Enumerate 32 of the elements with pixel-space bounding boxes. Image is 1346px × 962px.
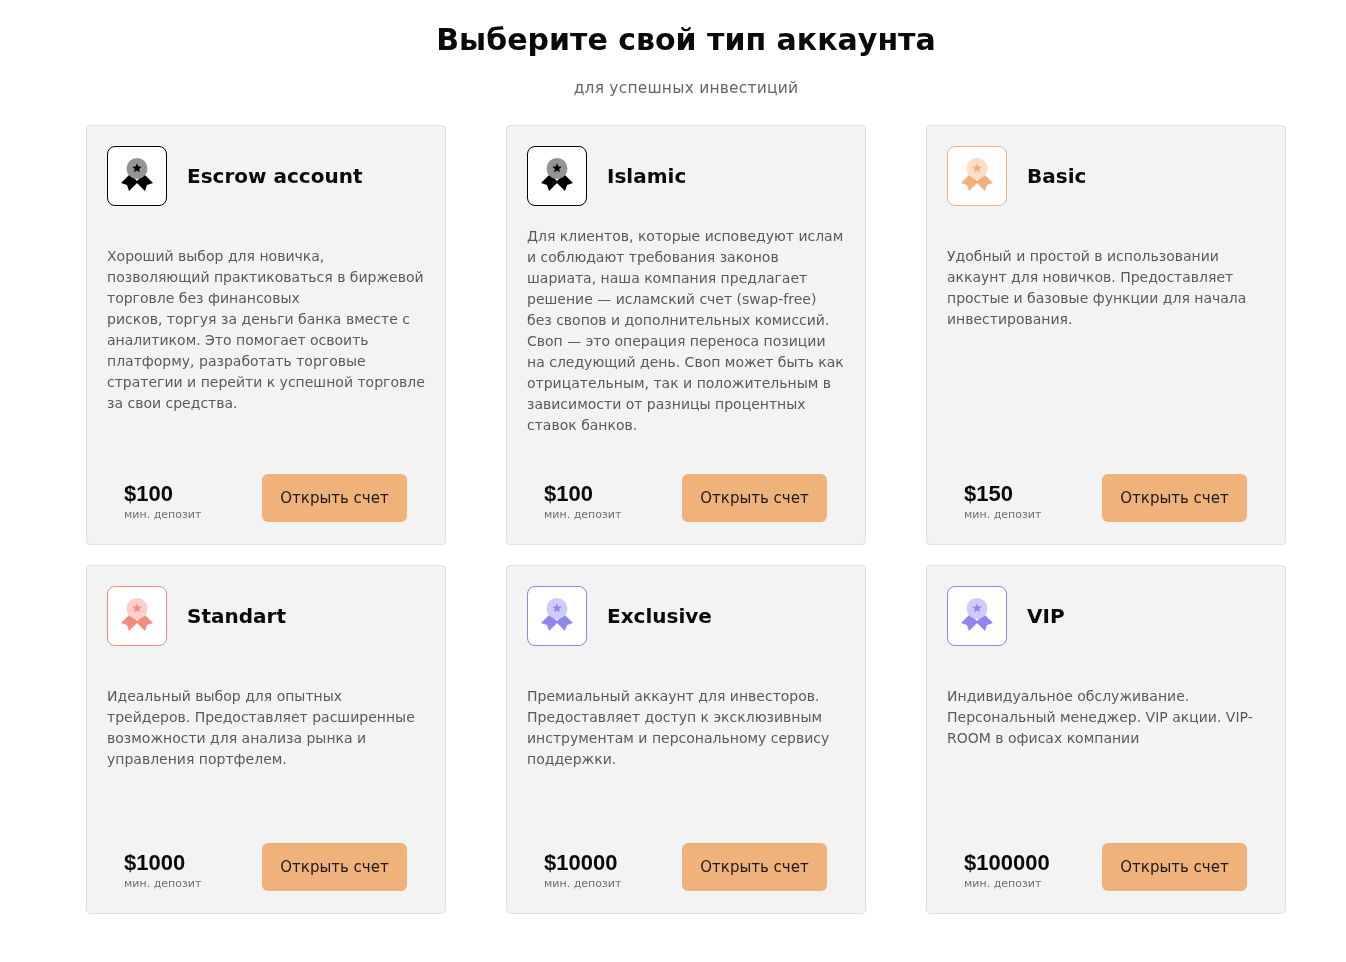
card-title: VIP [1027,604,1065,628]
card-title: Basic [1027,164,1087,188]
page-subtitle: для успешных инвестиций [573,78,799,98]
card-description: Премиальный аккаунт для инвесторов. Предоставляет доступ к эксклюзивным инструментам и персональному сервису поддержки. [527,687,831,769]
price-caption: мин. депозит [124,876,202,891]
price-amount: $150 [964,480,1013,507]
card-title: Standart [187,604,286,628]
price-amount: $100000 [964,849,1050,876]
price-amount: $1000 [124,849,186,876]
page-title: Выберите свой тип аккаунта [436,21,936,59]
open-account-button[interactable]: Открыть счет [682,474,827,522]
card-title: Islamic [607,164,687,188]
price-caption: мин. депозит [124,507,202,522]
open-account-button[interactable]: Открыть счет [1102,843,1247,891]
open-account-button[interactable]: Открыть счет [1102,474,1247,522]
card-description: Хороший выбор для новичка, позволяющий практиковаться в биржевой торговле без финансовых рисков, торгуя за деньги банка вместе с аналитиком. Это помогает освоить платформу, разработать торговые стратегии и перейти к успешной торговле за свои средства. [107,247,425,413]
price-caption: мин. депозит [544,876,622,891]
open-account-button[interactable]: Открыть счет [682,843,827,891]
price-caption: мин. депозит [964,876,1042,891]
price-caption: мин. депозит [964,507,1042,522]
open-account-button[interactable]: Открыть счет [262,843,407,891]
card-description: Индивидуальное обслуживание. Персональный менеджер. VIP акции. VIP-ROOM в офисах компании [947,687,1254,748]
price-amount: $10000 [544,849,618,876]
price-caption: мин. депозит [544,507,622,522]
card-title: Escrow account [187,164,363,188]
price-amount: $100 [544,480,593,507]
card-description: Для клиентов, которые исповедуют ислам и соблюдают требования законов шариата, наша компания предлагает решение — исламский счет (swap-free) без свопов и дополнительных комиссий. Своп — это операция переноса позиции на следующий день. Своп может быть как отрицательным, так и положительным в зависимости от разницы процентных ставок банков. [527,227,845,435]
card-description: Идеальный выбор для опытных трейдеров. Предоставляет расширенные возможности для анализа рынка и управления портфелем. [107,687,416,769]
open-account-button[interactable]: Открыть счет [262,474,407,522]
price-amount: $100 [124,480,173,507]
card-title: Exclusive [607,604,712,628]
card-description: Удобный и простой в использовании аккаунт для новичков. Предоставляет простые и базовые функции для начала инвестирования. [947,247,1248,329]
